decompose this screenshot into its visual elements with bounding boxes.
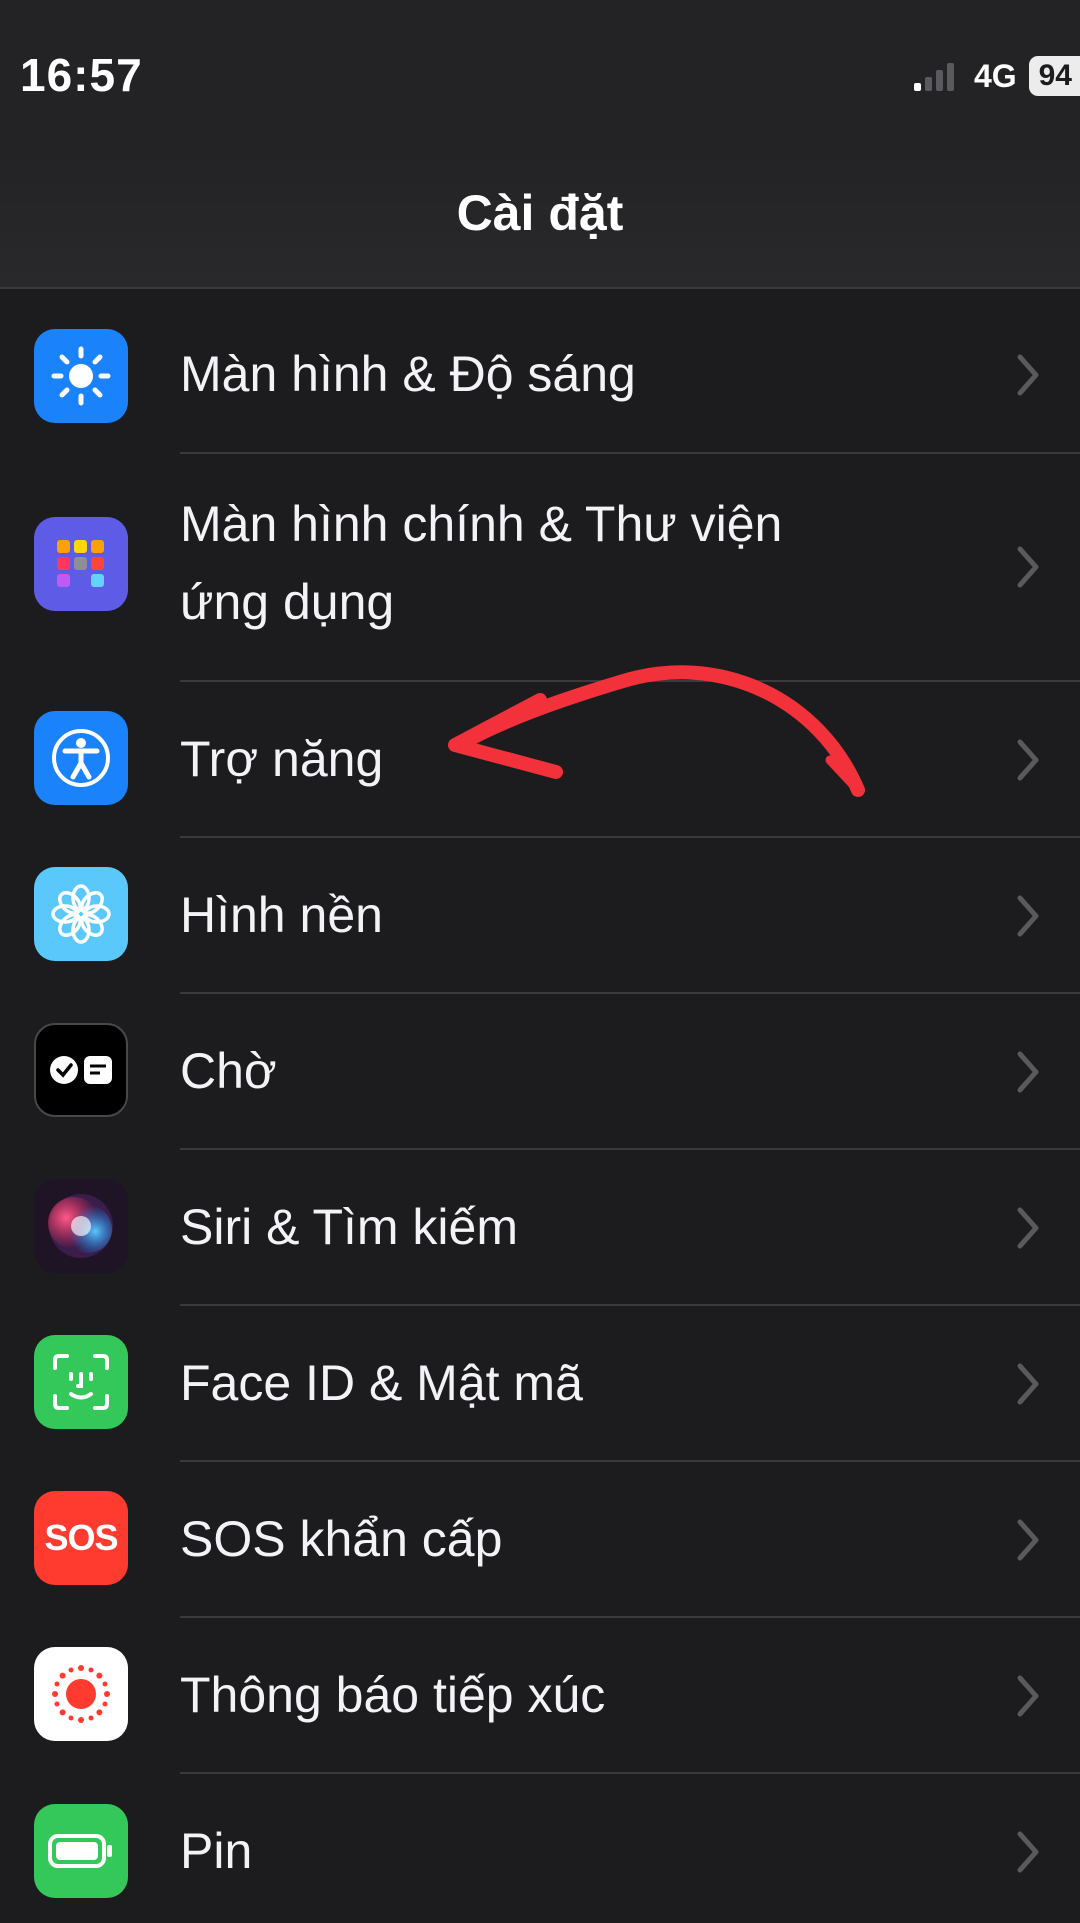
settings-row-siri-search[interactable]: Siri & Tìm kiếm <box>0 1149 1080 1306</box>
chevron-right-icon <box>1017 1675 1039 1717</box>
page-title: Cài đặt <box>456 185 624 241</box>
settings-row-wallpaper[interactable]: Hình nền <box>0 837 1080 994</box>
status-time: 16:57 <box>20 49 143 101</box>
exposure-notification-icon <box>34 1647 128 1741</box>
settings-row-label-continued: ứng dụng <box>180 574 395 630</box>
chevron-right-icon <box>1017 739 1039 781</box>
accessibility-icon <box>34 711 128 805</box>
navigation-bar: Cài đặt <box>0 150 1080 289</box>
chevron-right-icon <box>1017 1051 1039 1093</box>
siri-icon <box>34 1179 128 1273</box>
settings-row-accessibility[interactable]: Trợ năng <box>0 681 1080 838</box>
chevron-right-icon <box>1017 1207 1039 1249</box>
home-screen-grid-icon <box>34 517 128 611</box>
battery-icon <box>34 1804 128 1898</box>
settings-row-label: Màn hình & Độ sáng <box>180 346 636 402</box>
settings-row-label: Màn hình chính & Thư viện <box>180 496 783 552</box>
brightness-icon <box>34 329 128 423</box>
standby-icon <box>34 1023 128 1117</box>
settings-row-label: Trợ năng <box>180 731 384 787</box>
cellular-signal-icon <box>913 61 958 91</box>
battery-level: 94 <box>1028 56 1080 96</box>
settings-row-standby[interactable]: Chờ <box>0 993 1080 1150</box>
status-bar: 16:57 4G 94 <box>0 0 1080 150</box>
sos-icon: SOS <box>34 1491 128 1585</box>
network-type: 4G <box>973 57 1017 94</box>
settings-row-label: Face ID & Mật mã <box>180 1355 583 1411</box>
settings-row-exposure-notifications[interactable]: Thông báo tiếp xúc <box>0 1617 1080 1774</box>
chevron-right-icon <box>1017 354 1039 396</box>
settings-row-label: Hình nền <box>180 887 383 943</box>
settings-row-label: Thông báo tiếp xúc <box>180 1667 606 1723</box>
status-indicators: 4G 94 <box>913 56 1080 96</box>
settings-row-label: Chờ <box>180 1043 277 1099</box>
settings-row-emergency-sos[interactable]: SOS SOS khẩn cấp <box>0 1461 1080 1618</box>
settings-row-label: Siri & Tìm kiếm <box>180 1199 518 1255</box>
chevron-right-icon <box>1017 895 1039 937</box>
chevron-right-icon <box>1017 1363 1039 1405</box>
settings-row-label: SOS khẩn cấp <box>180 1511 503 1567</box>
chevron-right-icon <box>1017 1831 1039 1873</box>
settings-row-display-brightness[interactable]: Màn hình & Độ sáng <box>0 296 1080 454</box>
settings-row-face-id[interactable]: Face ID & Mật mã <box>0 1305 1080 1462</box>
settings-row-label: Pin <box>180 1823 253 1879</box>
settings-row-battery[interactable]: Pin <box>0 1773 1080 1923</box>
chevron-right-icon <box>1017 546 1039 588</box>
settings-row-home-screen[interactable]: Màn hình chính & Thư viện ứng dụng <box>0 453 1080 682</box>
face-id-icon <box>34 1335 128 1429</box>
wallpaper-flower-icon <box>34 867 128 961</box>
chevron-right-icon <box>1017 1519 1039 1561</box>
